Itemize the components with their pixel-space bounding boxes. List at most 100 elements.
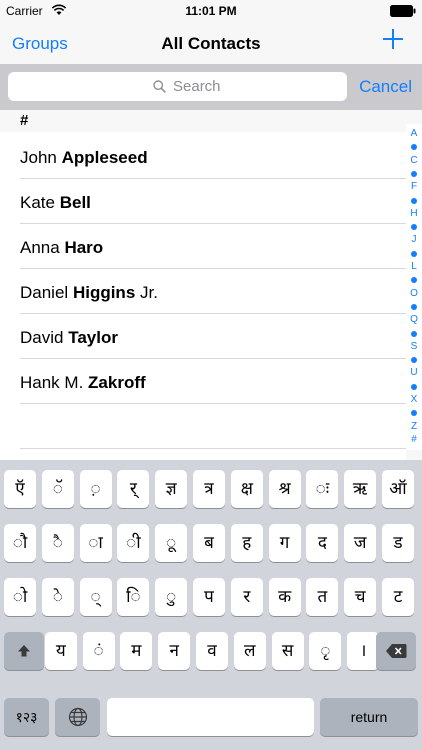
backspace-icon [386, 644, 407, 658]
return-key[interactable]: return [320, 698, 418, 736]
list-bottom [0, 451, 406, 460]
key[interactable]: ◌ौ [4, 524, 36, 562]
index-letter[interactable]: Q [406, 314, 422, 326]
key[interactable]: र् [117, 470, 150, 508]
key[interactable]: ज्ञ [155, 470, 188, 508]
index-letter[interactable]: Z [406, 421, 422, 433]
key[interactable]: स [271, 632, 304, 670]
index-letter[interactable]: O [406, 288, 422, 300]
navigation-bar: Groups All Contacts [0, 22, 422, 64]
cancel-button[interactable]: Cancel [359, 77, 412, 97]
key[interactable]: ब [193, 524, 225, 562]
key[interactable]: ◌ॅ [41, 470, 74, 508]
key[interactable]: ऋ [344, 470, 377, 508]
index-dot[interactable] [411, 170, 417, 177]
contact-row[interactable]: Anna Haro [0, 224, 406, 269]
index-dot[interactable] [411, 197, 417, 204]
key-label: ◌ॅ [52, 479, 63, 499]
key[interactable]: क [268, 578, 301, 616]
index-dot[interactable] [411, 357, 417, 364]
key[interactable]: र [230, 578, 263, 616]
key[interactable]: ◌़ [79, 470, 112, 508]
key[interactable]: ◌ी [117, 524, 150, 562]
shift-key[interactable] [4, 632, 44, 670]
key[interactable]: च [344, 578, 377, 616]
key[interactable]: ◌ः [306, 470, 339, 508]
battery-icon [390, 5, 416, 17]
index-dot[interactable] [411, 277, 417, 284]
search-bar: Search Cancel [0, 64, 422, 110]
key[interactable]: श्र [268, 470, 301, 508]
key[interactable]: ल [233, 632, 266, 670]
index-letter[interactable]: # [406, 434, 422, 446]
index-letter[interactable]: J [406, 234, 422, 246]
plus-icon[interactable] [382, 28, 404, 50]
contact-row[interactable]: Kate Bell [0, 179, 406, 224]
index-dot[interactable] [411, 224, 417, 231]
key-label: ◌ृ [320, 641, 331, 661]
key[interactable]: ऑ [382, 470, 414, 508]
key[interactable]: न [158, 632, 191, 670]
page-title: All Contacts [161, 34, 261, 53]
contact-row[interactable]: John Appleseed [0, 134, 406, 179]
index-dot[interactable] [411, 410, 417, 417]
key[interactable]: ट [382, 578, 414, 616]
index-dot[interactable] [411, 250, 417, 257]
key[interactable]: त्र [193, 470, 225, 508]
key[interactable]: ◌ृ [309, 632, 342, 670]
index-letter[interactable]: U [406, 367, 422, 379]
contact-first-name: Daniel [20, 283, 69, 302]
key[interactable]: ◌ं [82, 632, 115, 670]
index-letter[interactable]: A [406, 128, 422, 140]
globe-icon [68, 707, 87, 727]
key-label: ग [279, 533, 290, 553]
index-letter[interactable]: L [406, 261, 422, 273]
key[interactable]: ◌ु [155, 578, 188, 616]
key[interactable]: । [347, 632, 380, 670]
key[interactable]: ज [344, 524, 377, 562]
key[interactable]: ◌ा [79, 524, 112, 562]
key[interactable]: म [120, 632, 153, 670]
section-index[interactable]: A C F H J L O Q S U X Z # [406, 124, 422, 450]
index-letter[interactable]: S [406, 341, 422, 353]
key[interactable]: ऍ [4, 470, 36, 508]
key[interactable]: त [306, 578, 339, 616]
key[interactable]: य [44, 632, 77, 670]
space-key[interactable] [107, 698, 314, 736]
key-label: ◌ो [12, 587, 28, 607]
globe-key[interactable] [55, 698, 100, 736]
key[interactable]: ◌े [41, 578, 74, 616]
key[interactable]: ग [268, 524, 301, 562]
contact-row[interactable]: Daniel Higgins Jr. [0, 269, 406, 314]
index-letter[interactable]: H [406, 208, 422, 220]
index-letter[interactable]: F [406, 181, 422, 193]
key[interactable]: प [193, 578, 225, 616]
index-dot[interactable] [411, 303, 417, 310]
shift-icon [18, 645, 30, 657]
key[interactable]: ह [230, 524, 263, 562]
contact-row[interactable]: Hank M. Zakroff [0, 359, 406, 404]
key[interactable]: ◌ो [4, 578, 36, 616]
key-label: ट [393, 587, 403, 607]
key[interactable]: ड [382, 524, 414, 562]
key[interactable]: ◌ि [117, 578, 150, 616]
key[interactable]: ◌् [79, 578, 112, 616]
key-label: ◌ौ [12, 533, 28, 553]
key[interactable]: ◌ै [41, 524, 74, 562]
key[interactable]: ◌ू [155, 524, 188, 562]
search-input[interactable]: Search [8, 72, 347, 101]
key-label: ब [204, 533, 214, 553]
index-letter[interactable]: C [406, 155, 422, 167]
index-letter[interactable]: X [406, 394, 422, 406]
contact-row[interactable]: David Taylor [0, 314, 406, 359]
key[interactable]: व [196, 632, 228, 670]
key[interactable]: क्ष [230, 470, 263, 508]
delete-key[interactable] [376, 632, 416, 670]
key[interactable]: द [306, 524, 339, 562]
search-icon [153, 80, 166, 93]
index-dot[interactable] [411, 330, 417, 337]
numbers-key[interactable]: १२३ [4, 698, 49, 736]
index-dot[interactable] [411, 144, 417, 151]
index-dot[interactable] [411, 383, 417, 390]
key-label: र [243, 587, 251, 607]
